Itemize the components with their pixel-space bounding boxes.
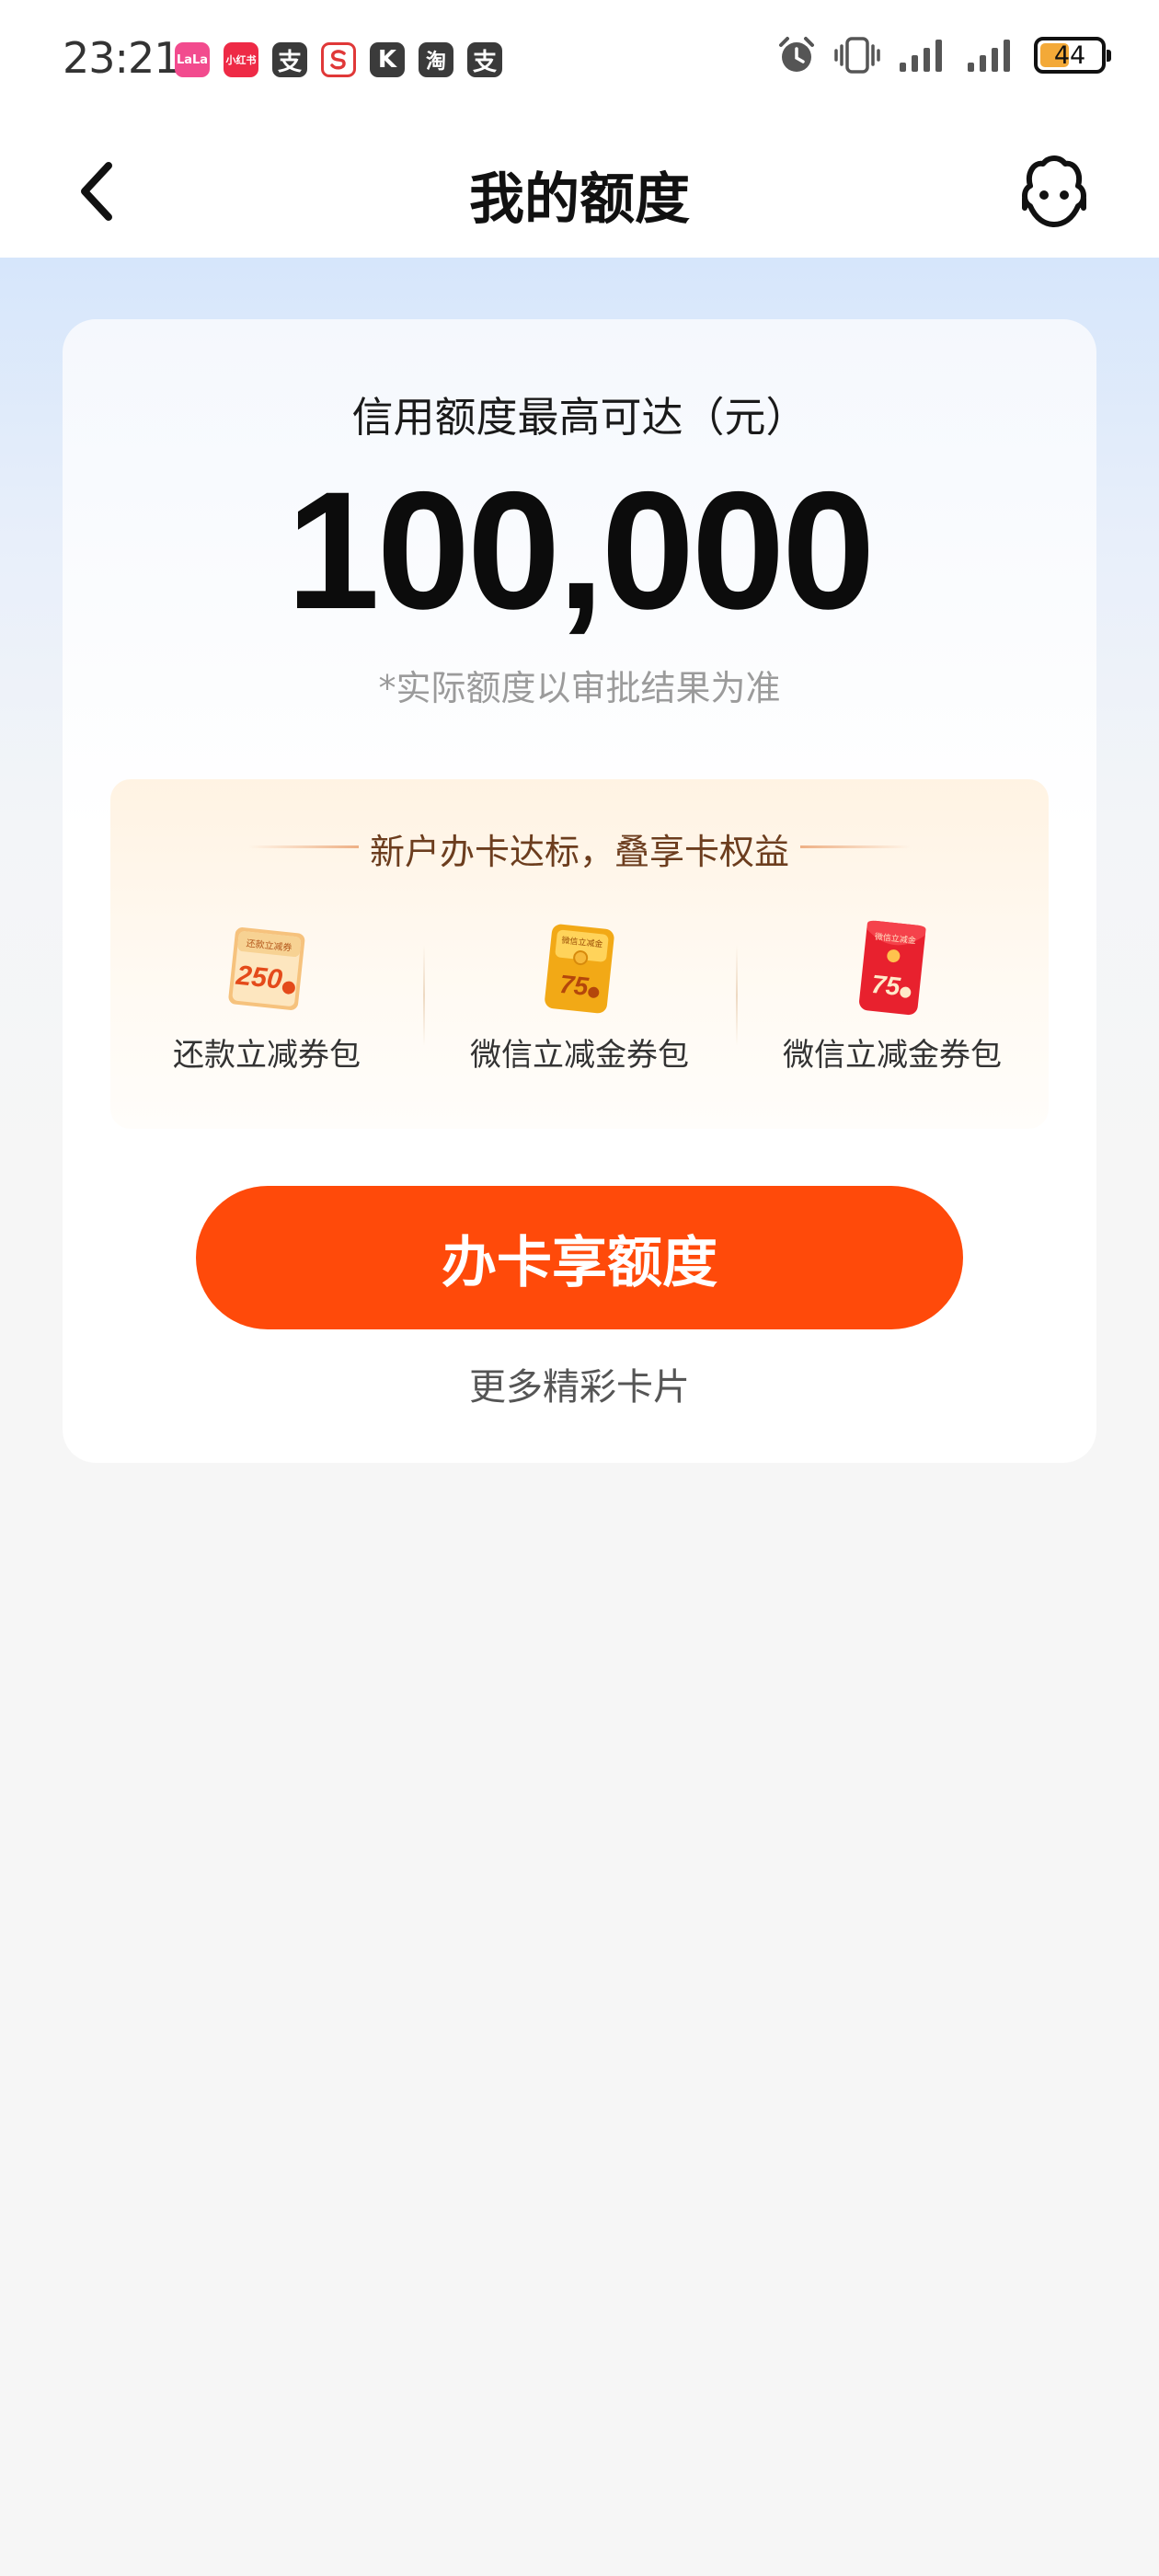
signal-icon-sim2	[968, 40, 1010, 72]
wechat-coupon-gold-icon: 微信立减金 75	[545, 924, 614, 1014]
credit-limit-value: 100,000	[286, 456, 876, 644]
xiaohongshu-app-icon: 小红书	[224, 42, 258, 77]
customer-service-icon[interactable]	[1012, 149, 1096, 234]
repay-coupon-amount: 250	[234, 960, 284, 995]
benefits-panel: 新户办卡达标，叠享卡权益 还款立减券 250 还款立减券包 微信立减金 75 微…	[110, 779, 1049, 1129]
benefit-item-repay-coupon[interactable]: 还款立减券 250 还款立减券包	[110, 917, 423, 1101]
vibrate-icon	[834, 37, 880, 74]
title-decor-line-right	[800, 845, 911, 848]
quota-card: 信用额度最高可达（元） 100,000 *实际额度以审批结果为准 新户办卡达标，…	[63, 319, 1096, 1463]
page-title: 我的额度	[469, 167, 690, 232]
nav-bar: 我的额度	[0, 121, 1159, 258]
benefits-title: 新户办卡达标，叠享卡权益	[369, 832, 789, 872]
lala-app-icon: LaLa	[175, 42, 210, 77]
wechat-red-envelope-icon: 微信立减金 75	[859, 920, 926, 1016]
benefit-label: 微信立减金券包	[783, 1037, 1002, 1074]
benefit-label: 还款立减券包	[173, 1037, 361, 1074]
status-bar: 23:21 LaLa 小红书 支 K 淘 支 44	[0, 0, 1159, 121]
status-indicators: 44	[776, 35, 1111, 75]
battery-indicator: 44	[1034, 37, 1111, 74]
status-time: 23:21	[63, 33, 181, 83]
red-envelope-amount: 75	[870, 970, 902, 1001]
credit-limit-label: 信用额度最高可达（元）	[351, 393, 808, 442]
more-cards-link[interactable]: 更多精彩卡片	[63, 1357, 1096, 1410]
signal-icon-sim1	[900, 40, 942, 72]
apply-card-button[interactable]: 办卡享额度	[196, 1186, 963, 1329]
alipay-app-icon-2: 支	[467, 42, 502, 77]
notification-app-icons: LaLa 小红书 支 K 淘 支	[175, 42, 502, 77]
repay-coupon-icon: 还款立减券 250	[228, 927, 305, 1010]
credit-limit-note: *实际额度以审批结果为准	[378, 668, 781, 708]
benefit-item-wechat-coupon[interactable]: 微信立减金 75 微信立减金券包	[423, 917, 736, 1101]
k-app-icon: K	[370, 42, 405, 77]
wechat-coupon-amount: 75	[558, 970, 591, 1001]
sogou-app-icon	[321, 42, 356, 77]
battery-level: 44	[1053, 40, 1086, 70]
alipay-app-icon: 支	[272, 42, 307, 77]
benefit-label: 微信立减金券包	[470, 1037, 689, 1074]
benefit-item-wechat-red-envelope[interactable]: 微信立减金 75 微信立减金券包	[736, 917, 1049, 1101]
alarm-icon	[779, 37, 814, 72]
taobao-app-icon: 淘	[419, 42, 453, 77]
